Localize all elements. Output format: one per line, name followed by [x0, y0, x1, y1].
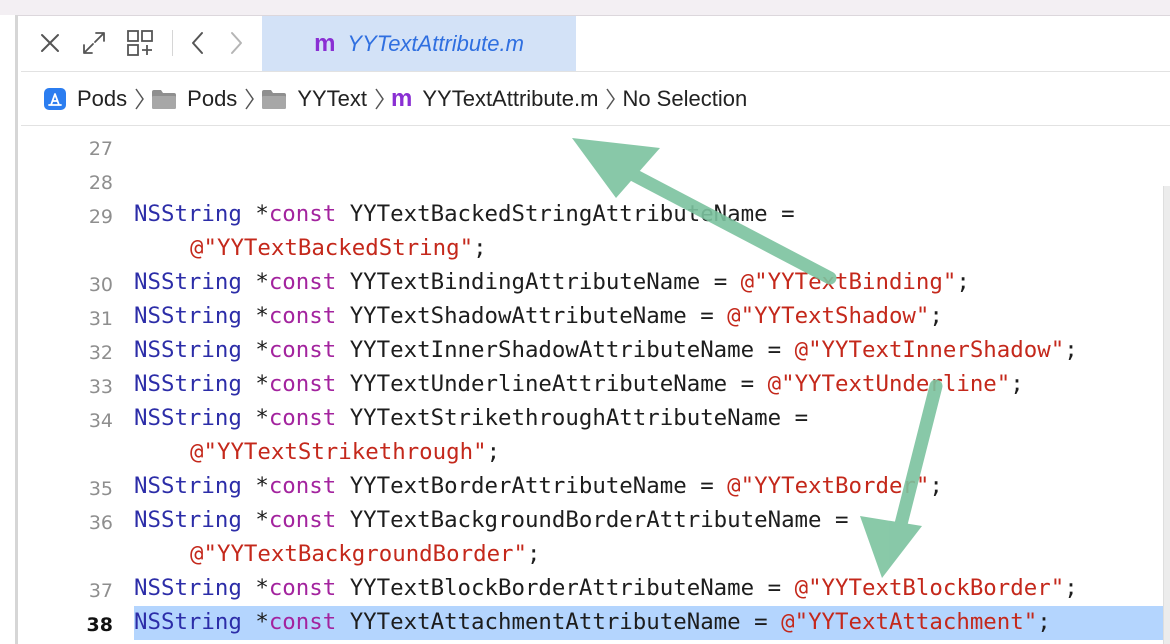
code-line-continuation: @"YYTextStrikethrough";: [190, 439, 501, 465]
forward-button[interactable]: [221, 26, 251, 60]
breadcrumb: Pods Pods YYText m YYTextAttribute.m No …: [21, 72, 1170, 126]
grid-icon: [127, 30, 153, 56]
expand-icon: [83, 32, 105, 54]
breadcrumb-item-project[interactable]: Pods: [43, 86, 127, 112]
line-number: 36: [88, 512, 113, 534]
breadcrumb-item-selection[interactable]: No Selection: [622, 86, 747, 112]
line-number: 29: [88, 206, 113, 228]
breadcrumb-item-yytext-folder[interactable]: YYText: [261, 86, 367, 112]
breadcrumb-label: Pods: [187, 85, 238, 111]
code-line: NSString *const YYTextBlockBorderAttribu…: [134, 575, 1078, 601]
breadcrumb-label: YYTextAttribute.m: [422, 85, 599, 111]
breadcrumb-item-pods-folder[interactable]: Pods: [151, 86, 237, 112]
chevron-right-icon: [243, 86, 255, 112]
line-number: 33: [88, 376, 113, 398]
folder-icon: [261, 88, 287, 110]
chevron-right-icon: [133, 86, 145, 112]
code-line: NSString *const YYTextStrikethroughAttri…: [134, 405, 809, 431]
code-line: NSString *const YYTextBorderAttributeNam…: [134, 473, 943, 499]
folder-icon: [151, 88, 177, 110]
code-line: NSString *const YYTextShadowAttributeNam…: [134, 303, 943, 329]
project-app-icon: [43, 87, 67, 111]
line-number: 28: [88, 172, 113, 194]
line-number: 30: [88, 274, 113, 296]
code-editor[interactable]: 27 28 29 30 31 32 33 34 35 36 37 38 NSSt…: [21, 127, 1164, 644]
code-line: NSString *const YYTextBackgroundBorderAt…: [134, 507, 849, 533]
code-line: NSString *const YYTextUnderlineAttribute…: [134, 371, 1024, 397]
line-number: 32: [88, 342, 113, 364]
back-button[interactable]: [183, 26, 213, 60]
chevron-right-icon: [604, 86, 616, 112]
line-number: 31: [88, 308, 113, 330]
expand-editor-button[interactable]: [79, 26, 109, 60]
code-line-current: NSString *const YYTextAttachmentAttribut…: [134, 609, 1051, 635]
breadcrumb-label: YYText: [297, 85, 368, 111]
breadcrumb-label: No Selection: [622, 85, 748, 111]
scrollbar-track[interactable]: [1163, 186, 1170, 644]
close-editor-button[interactable]: [35, 26, 65, 60]
toolbar-divider: [172, 30, 173, 56]
close-icon: [41, 34, 59, 52]
editor-layout-button[interactable]: [125, 26, 155, 60]
tab-label: YYTextAttribute.m: [347, 30, 524, 56]
objc-m-file-icon: m: [391, 84, 413, 112]
code-line: NSString *const YYTextBindingAttributeNa…: [134, 269, 970, 295]
code-line: NSString *const YYTextBackedStringAttrib…: [134, 201, 795, 227]
left-pane-edge: [0, 15, 18, 644]
code-line-continuation: @"YYTextBackedString";: [190, 235, 487, 261]
breadcrumb-item-file[interactable]: m YYTextAttribute.m: [391, 86, 598, 112]
line-number: 37: [88, 580, 113, 602]
code-line: NSString *const YYTextInnerShadowAttribu…: [134, 337, 1078, 363]
tab-bar: m YYTextAttribute.m: [21, 16, 1170, 72]
tab-yytextattribute[interactable]: m YYTextAttribute.m: [262, 16, 576, 71]
forward-icon: [231, 32, 242, 54]
code-line-continuation: @"YYTextBackgroundBorder";: [190, 541, 541, 567]
window-top-strip: [0, 0, 1170, 16]
breadcrumb-label: Pods: [77, 85, 128, 111]
objc-m-file-icon: m: [314, 29, 336, 57]
line-number-current: 38: [86, 614, 113, 636]
line-number: 35: [88, 478, 113, 500]
chevron-right-icon: [373, 86, 385, 112]
line-number: 34: [88, 410, 113, 432]
back-icon: [192, 32, 203, 54]
line-number: 27: [88, 138, 113, 160]
